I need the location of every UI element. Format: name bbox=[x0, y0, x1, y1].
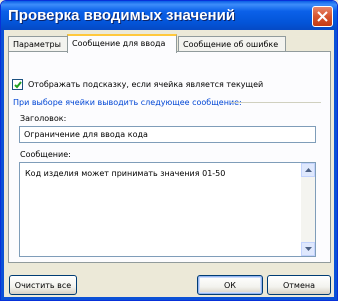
tab-parameters[interactable]: Параметры bbox=[8, 36, 68, 52]
show-input-message-label[interactable]: Отображать подсказку, если ячейка являет… bbox=[28, 80, 263, 89]
scroll-up-button[interactable] bbox=[301, 163, 315, 177]
show-input-message-checkbox[interactable] bbox=[12, 79, 23, 90]
message-group-label: При выборе ячейки выводить следующее соо… bbox=[13, 98, 242, 107]
title-field-label: Заголовок: bbox=[20, 114, 67, 123]
group-divider bbox=[231, 102, 321, 103]
tab-label: Сообщение для ввода bbox=[72, 39, 166, 48]
tab-error-message[interactable]: Сообщение об ошибке bbox=[178, 36, 286, 52]
title-bar[interactable]: Проверка вводимых значений bbox=[1, 1, 337, 30]
message-field-label: Сообщение: bbox=[20, 150, 71, 159]
tab-label: Параметры bbox=[13, 40, 61, 49]
cancel-button[interactable]: Отмена bbox=[267, 275, 331, 295]
window-title: Проверка вводимых значений bbox=[8, 7, 236, 24]
arrow-up-icon bbox=[305, 168, 312, 172]
tab-label: Сообщение об ошибке bbox=[183, 40, 279, 49]
clear-all-button[interactable]: Очистить все bbox=[9, 275, 77, 295]
message-text: Код изделия может принимать значения 01-… bbox=[25, 169, 226, 178]
message-textarea[interactable]: Код изделия может принимать значения 01-… bbox=[19, 162, 316, 257]
close-icon bbox=[317, 11, 328, 22]
close-button[interactable] bbox=[312, 6, 333, 27]
window-frame-right bbox=[334, 30, 337, 300]
window-frame-left bbox=[1, 30, 4, 300]
tab-input-message[interactable]: Сообщение для ввода bbox=[67, 34, 177, 53]
dialog-window: Проверка вводимых значений Параметры Соо… bbox=[0, 0, 338, 301]
window-frame-bottom bbox=[1, 297, 337, 300]
scroll-down-button[interactable] bbox=[301, 242, 315, 256]
title-input[interactable]: Ограничение для ввода кода bbox=[19, 126, 316, 143]
ok-button[interactable]: ОК bbox=[197, 275, 263, 295]
arrow-down-icon bbox=[305, 247, 312, 251]
message-scrollbar[interactable] bbox=[301, 163, 315, 256]
checkmark-icon bbox=[14, 81, 22, 89]
